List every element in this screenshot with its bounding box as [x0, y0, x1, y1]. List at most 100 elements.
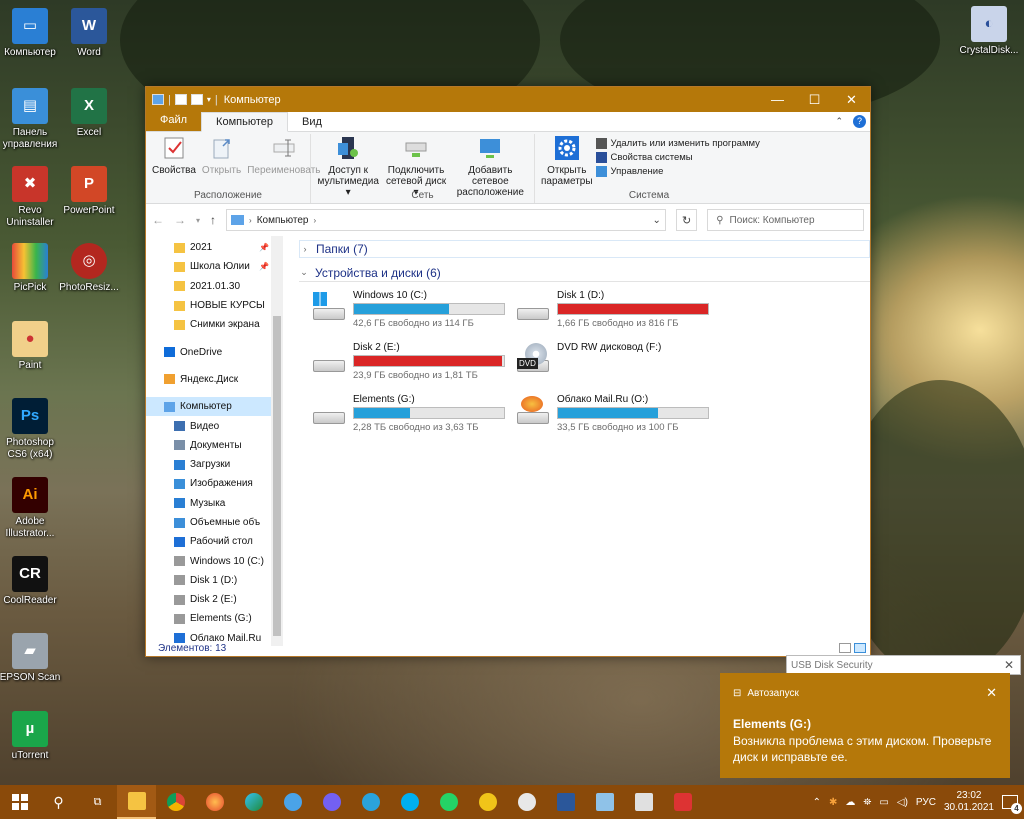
start-button[interactable]	[0, 785, 39, 819]
nav-item[interactable]: 2021.01.30	[146, 277, 271, 296]
uninstall-program-button[interactable]: Удалить или изменить программу	[595, 138, 760, 149]
tray-cloud-icon[interactable]: ☁	[845, 797, 855, 808]
address-bar[interactable]: › Компьютер › ⌄	[226, 209, 666, 231]
nav-item[interactable]: Документы	[146, 436, 271, 455]
clock[interactable]: 23:02 30.01.2021	[944, 790, 994, 814]
taskbar-skype[interactable]	[390, 785, 429, 819]
taskbar-whatsapp[interactable]	[429, 785, 468, 819]
nav-item[interactable]: Windows 10 (C:)	[146, 551, 271, 570]
tab-computer[interactable]: Компьютер	[201, 112, 288, 132]
desktop-icon-crystaldisk[interactable]: ◐ CrystalDisk...	[956, 6, 1022, 57]
minimize-button[interactable]: —	[759, 92, 796, 108]
drive-tile[interactable]: Disk 2 (E:) 23,9 ГБ свободно из 1,81 ТБ	[311, 342, 515, 382]
maximize-button[interactable]: ☐	[796, 92, 833, 108]
nav-item[interactable]: Elements (G:)	[146, 609, 271, 628]
nav-item[interactable]: Загрузки	[146, 455, 271, 474]
recent-dropdown-icon[interactable]: ▾	[196, 216, 200, 225]
taskbar-telegram[interactable]	[351, 785, 390, 819]
group-header-devices[interactable]: ⌄ Устройства и диски (6)	[299, 264, 870, 282]
tab-view[interactable]: Вид	[288, 113, 336, 131]
drive-tile[interactable]: DVD DVD RW дисковод (F:)	[515, 342, 719, 382]
search-button[interactable]: ⚲	[39, 785, 78, 819]
system-properties-button[interactable]: Свойства системы	[595, 152, 760, 163]
help-icon[interactable]: ?	[853, 115, 866, 128]
nav-item[interactable]: Яндекс.Диск	[146, 370, 271, 389]
desktop-icon-epson[interactable]: ▰ EPSON Scan	[0, 633, 63, 684]
nav-item[interactable]: Disk 2 (E:)	[146, 590, 271, 609]
up-arrow-icon[interactable]: ↑	[210, 213, 216, 227]
drive-tile[interactable]: Elements (G:) 2,28 ТБ свободно из 3,63 ТБ	[311, 394, 515, 434]
details-view-icon[interactable]	[839, 643, 851, 653]
taskbar-viber[interactable]	[312, 785, 351, 819]
manage-button[interactable]: Управление	[595, 166, 760, 177]
drive-tile[interactable]: Disk 1 (D:) 1,66 ГБ свободно из 816 ГБ	[515, 290, 719, 330]
address-dropdown-icon[interactable]: ⌄	[653, 215, 661, 226]
search-input[interactable]: ⚲ Поиск: Компьютер	[707, 209, 864, 231]
taskbar-triangle-app[interactable]	[468, 785, 507, 819]
breadcrumb[interactable]: Компьютер	[257, 215, 309, 226]
nav-item[interactable]: Компьютер	[146, 397, 271, 417]
desktop-icon-control-panel[interactable]: ▤ Панель управления	[0, 88, 63, 151]
nav-item[interactable]: НОВЫЕ КУРСЫ	[146, 296, 271, 315]
close-icon[interactable]: ✕	[986, 685, 997, 701]
taskbar-word[interactable]	[546, 785, 585, 819]
notification-center-icon[interactable]: 4	[1002, 795, 1022, 814]
desktop-icon-utorrent[interactable]: µ uTorrent	[0, 711, 63, 762]
desktop-icon-photoshop[interactable]: Ps Photoshop CS6 (x64)	[0, 398, 63, 461]
taskbar-calculator[interactable]	[624, 785, 663, 819]
desktop-icon-powerpoint[interactable]: P PowerPoint	[56, 166, 122, 217]
tab-file[interactable]: Файл	[146, 111, 202, 131]
taskbar-shield[interactable]	[663, 785, 702, 819]
desktop-icon-revo[interactable]: ✖ Revo Uninstaller	[0, 166, 63, 229]
autoplay-notification[interactable]: ⊟ Автозапуск ✕ Elements (G:) Возникла пр…	[720, 673, 1010, 778]
group-header-folders[interactable]: › Папки (7)	[299, 240, 870, 258]
drive-tile[interactable]: Windows 10 (C:) 42,6 ГБ свободно из 114 Г…	[311, 290, 515, 330]
volume-icon[interactable]: ◁)	[897, 797, 908, 808]
nav-item[interactable]: Рабочий стол	[146, 532, 271, 551]
tray-app-icon[interactable]: ✱	[829, 797, 837, 808]
ribbon-collapse-icon[interactable]: ⌃	[835, 116, 843, 127]
desktop-icon-picpick[interactable]: PicPick	[0, 243, 63, 294]
back-arrow-icon[interactable]: ←	[152, 213, 164, 227]
desktop-icon-computer[interactable]: ▭ Компьютер	[0, 8, 63, 59]
nav-item[interactable]: OneDrive	[146, 342, 271, 361]
desktop-icon-illustrator[interactable]: Ai Adobe Illustrator...	[0, 477, 63, 540]
close-icon[interactable]: ✕	[1004, 658, 1014, 672]
new-folder-quick-icon[interactable]	[190, 94, 203, 105]
taskbar-explorer[interactable]	[117, 785, 156, 819]
nav-item[interactable]: Изображения	[146, 474, 271, 493]
breadcrumb-chevron-icon[interactable]: ›	[313, 216, 316, 225]
nav-item[interactable]: Школа Юлии 📌	[146, 257, 271, 276]
nav-item[interactable]: Объемные объ	[146, 513, 271, 532]
language-indicator[interactable]: РУС	[916, 797, 936, 808]
tiles-view-icon[interactable]	[854, 643, 866, 653]
close-button[interactable]: ✕	[833, 92, 870, 108]
refresh-button[interactable]: ↻	[675, 209, 698, 231]
taskbar-edge[interactable]	[234, 785, 273, 819]
network-icon[interactable]: ▭	[879, 797, 888, 808]
desktop-icon-paint[interactable]: ● Paint	[0, 321, 63, 372]
nav-item[interactable]: Disk 1 (D:)	[146, 571, 271, 590]
title-bar[interactable]: | ▾ | Компьютер — ☐ ✕	[146, 87, 870, 112]
nav-item[interactable]: 2021 📌	[146, 238, 271, 257]
nav-item[interactable]: Видео	[146, 416, 271, 435]
task-view-button[interactable]: ⧉	[78, 785, 117, 819]
taskbar-notes[interactable]	[585, 785, 624, 819]
forward-arrow-icon[interactable]: →	[174, 213, 186, 227]
taskbar-chrome[interactable]	[156, 785, 195, 819]
taskbar-snip[interactable]	[507, 785, 546, 819]
customize-dropdown-icon[interactable]: ▾	[207, 95, 211, 104]
nav-item[interactable]: Снимки экрана	[146, 315, 271, 334]
properties-quick-icon[interactable]	[174, 94, 187, 105]
desktop-icon-photoresize[interactable]: ◎ PhotoResiz...	[56, 243, 122, 294]
nav-scrollbar[interactable]	[271, 236, 283, 646]
chevron-up-icon[interactable]: ⌃	[813, 797, 821, 808]
desktop-icon-word[interactable]: W Word	[56, 8, 122, 59]
taskbar-cloud-app[interactable]	[273, 785, 312, 819]
desktop-icon-excel[interactable]: X Excel	[56, 88, 122, 139]
desktop-icon-coolreader[interactable]: CR CoolReader	[0, 556, 63, 607]
drive-tile[interactable]: Облако Mail.Ru (O:) 33,5 ГБ свободно из 1…	[515, 394, 719, 434]
taskbar-firefox[interactable]	[195, 785, 234, 819]
nav-item[interactable]: Музыка	[146, 494, 271, 513]
tray-usb-icon[interactable]: ⛯	[863, 797, 871, 808]
